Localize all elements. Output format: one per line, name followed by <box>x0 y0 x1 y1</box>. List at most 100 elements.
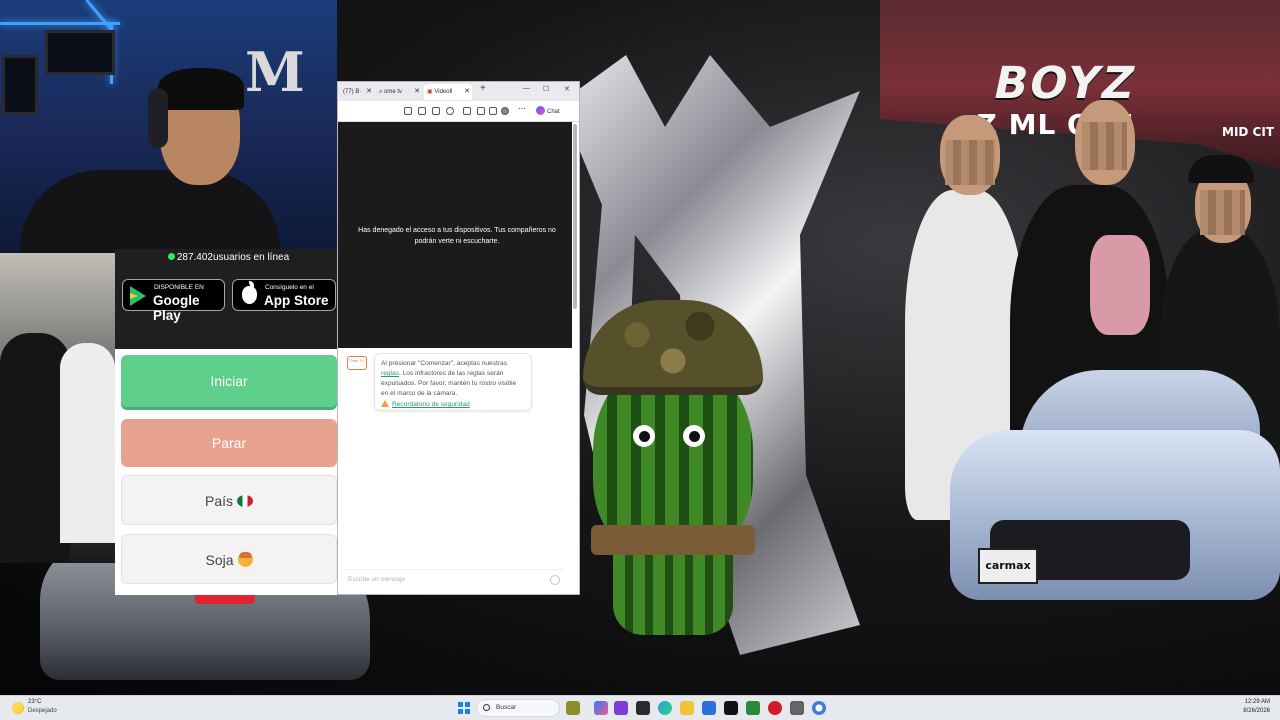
emoji-icon[interactable] <box>550 575 560 585</box>
led-strip <box>0 22 120 25</box>
streamer-body <box>20 170 280 253</box>
app-store-big: App Store <box>264 293 329 308</box>
media-icon[interactable] <box>614 701 628 715</box>
close-icon[interactable]: ✕ <box>366 84 372 100</box>
rules-text: Al presionar "Comenzar", aceptas nuestra… <box>381 359 525 399</box>
translate-icon[interactable] <box>418 107 426 115</box>
tab-1[interactable]: (77) B· ✕ <box>340 84 374 100</box>
tab-3-active[interactable]: ▣ Videoll ✕ <box>424 84 472 100</box>
stop-button[interactable]: Parar <box>121 419 337 467</box>
mexico-flag-icon <box>237 495 253 507</box>
app-header: 287.402usuarios en línea DISPONIBLE EN G… <box>115 249 342 349</box>
obs-icon[interactable] <box>746 701 760 715</box>
ome-tv-avatar: Ome TV <box>347 356 367 370</box>
google-play-small: DISPONIBLE EN <box>154 284 204 291</box>
cap <box>1188 155 1254 183</box>
google-play-big: Google Play <box>153 293 200 323</box>
gender-button[interactable]: Soja <box>121 534 337 584</box>
clock-date[interactable]: 8/26/2026 <box>1243 708 1270 714</box>
warning-icon <box>381 400 389 407</box>
copilot-icon[interactable] <box>594 701 608 715</box>
online-label: usuarios en línea <box>212 252 290 263</box>
rules-pre: Al presionar "Comenzar", aceptas nuestra… <box>381 360 507 367</box>
background-photo-strip <box>0 253 115 563</box>
message-input[interactable]: Escribe un mensaje <box>342 569 564 589</box>
tent-subtitle-right: MID CIT <box>1222 125 1275 139</box>
headset-icon <box>148 88 168 148</box>
rules-link[interactable]: reglas <box>381 370 399 377</box>
minimize-button[interactable]: — <box>523 85 530 92</box>
windows-start-icon[interactable] <box>458 702 470 714</box>
reader-icon[interactable] <box>432 107 440 115</box>
weather-description[interactable]: Despejado <box>28 708 57 714</box>
mascot-eye <box>683 425 705 447</box>
browser-window: (77) B· ✕ ⌕ ome tv ✕ ▣ Videoll ✕ + — ☐ ✕ ⋯ … <box>337 81 580 595</box>
streamer-webcam: M <box>0 0 337 253</box>
chat-label: Chat <box>547 109 560 115</box>
sports-car: carmax <box>950 370 1280 630</box>
google-play-badge[interactable]: DISPONIBLE EN Google Play <box>122 279 225 323</box>
start-button[interactable]: Iniciar <box>121 355 337 407</box>
collections-icon[interactable] <box>489 107 497 115</box>
capcut-icon[interactable] <box>724 701 738 715</box>
weather-sun-icon[interactable] <box>12 702 24 714</box>
profile-icon[interactable] <box>501 107 509 115</box>
windows-taskbar: 23°C Despejado Buscar 12:29 AM 8/26/2026 <box>0 695 1280 720</box>
favorites-icon[interactable] <box>477 107 485 115</box>
watermelon-soldier-mascot <box>583 300 763 650</box>
store-icon[interactable] <box>702 701 716 715</box>
pixelated-face <box>945 140 995 185</box>
browser-icon[interactable] <box>812 701 826 715</box>
video-area: Has denegado el acceso a tus dispositivo… <box>338 122 572 348</box>
record-icon[interactable] <box>768 701 782 715</box>
person-silhouette <box>60 343 115 543</box>
terminal-icon[interactable] <box>636 701 650 715</box>
weather-temperature[interactable]: 23°C <box>28 699 41 705</box>
rules-message-bubble: Al presionar "Comenzar", aceptas nuestra… <box>374 353 532 411</box>
shirt-graphic <box>1090 235 1150 335</box>
app-store-badge[interactable]: Consíguelo en el App Store <box>232 279 336 311</box>
online-count: 287.402 <box>176 252 213 263</box>
close-icon[interactable]: ✕ <box>414 84 420 100</box>
tab-1-label: (77) B· <box>343 89 362 95</box>
clock-time[interactable]: 12:29 AM <box>1245 699 1270 705</box>
tab-bar: (77) B· ✕ ⌕ ome tv ✕ ▣ Videoll ✕ + — ☐ ✕ <box>338 82 579 101</box>
new-tab-button[interactable]: + <box>480 83 486 94</box>
app-store-small: Consíguelo en el <box>265 284 314 291</box>
car-plate: carmax <box>978 548 1038 584</box>
melon-legs <box>613 555 733 635</box>
mascot-eye <box>633 425 655 447</box>
copilot-chat-button[interactable]: Chat <box>536 106 560 115</box>
settings-icon[interactable] <box>790 701 804 715</box>
scrollbar[interactable] <box>573 124 577 309</box>
person-emoji-icon <box>237 552 253 567</box>
online-counter: 287.402usuarios en línea <box>115 252 342 263</box>
extensions-icon[interactable] <box>463 107 471 115</box>
more-icon[interactable]: ⋯ <box>518 104 526 113</box>
streamer-hair <box>158 68 244 110</box>
folder-icon[interactable] <box>680 701 694 715</box>
edge-icon[interactable] <box>658 701 672 715</box>
gender-label: Soja <box>205 552 234 568</box>
star-icon[interactable] <box>446 107 454 115</box>
copilot-icon <box>536 106 545 115</box>
search-label: Buscar <box>496 704 517 711</box>
chat-app-panel: 287.402usuarios en línea DISPONIBLE EN G… <box>115 249 342 595</box>
close-window-button[interactable]: ✕ <box>564 85 570 93</box>
chat-area: Ome TV Al presionar "Comenzar", aceptas … <box>338 348 572 594</box>
message-placeholder: Escribe un mensaje <box>348 576 406 583</box>
pixelated-face <box>1082 122 1127 170</box>
army-helmet <box>583 300 763 395</box>
country-button[interactable]: País <box>121 475 337 525</box>
rules-post: . Los infractores de las reglas serán ex… <box>381 370 517 397</box>
grid-icon[interactable] <box>404 107 412 115</box>
maximize-button[interactable]: ☐ <box>543 85 549 93</box>
tab-2[interactable]: ⌕ ome tv ✕ <box>376 84 422 100</box>
safety-reminder-link[interactable]: Recordatorio de seguridad <box>381 400 525 408</box>
tent-logo-text: BOYZ <box>989 58 1141 109</box>
file-explorer-icon[interactable] <box>566 701 580 715</box>
monitor <box>45 30 115 75</box>
taskbar-search[interactable]: Buscar <box>476 699 560 717</box>
close-icon[interactable]: ✕ <box>464 84 470 100</box>
apple-icon <box>242 281 257 304</box>
